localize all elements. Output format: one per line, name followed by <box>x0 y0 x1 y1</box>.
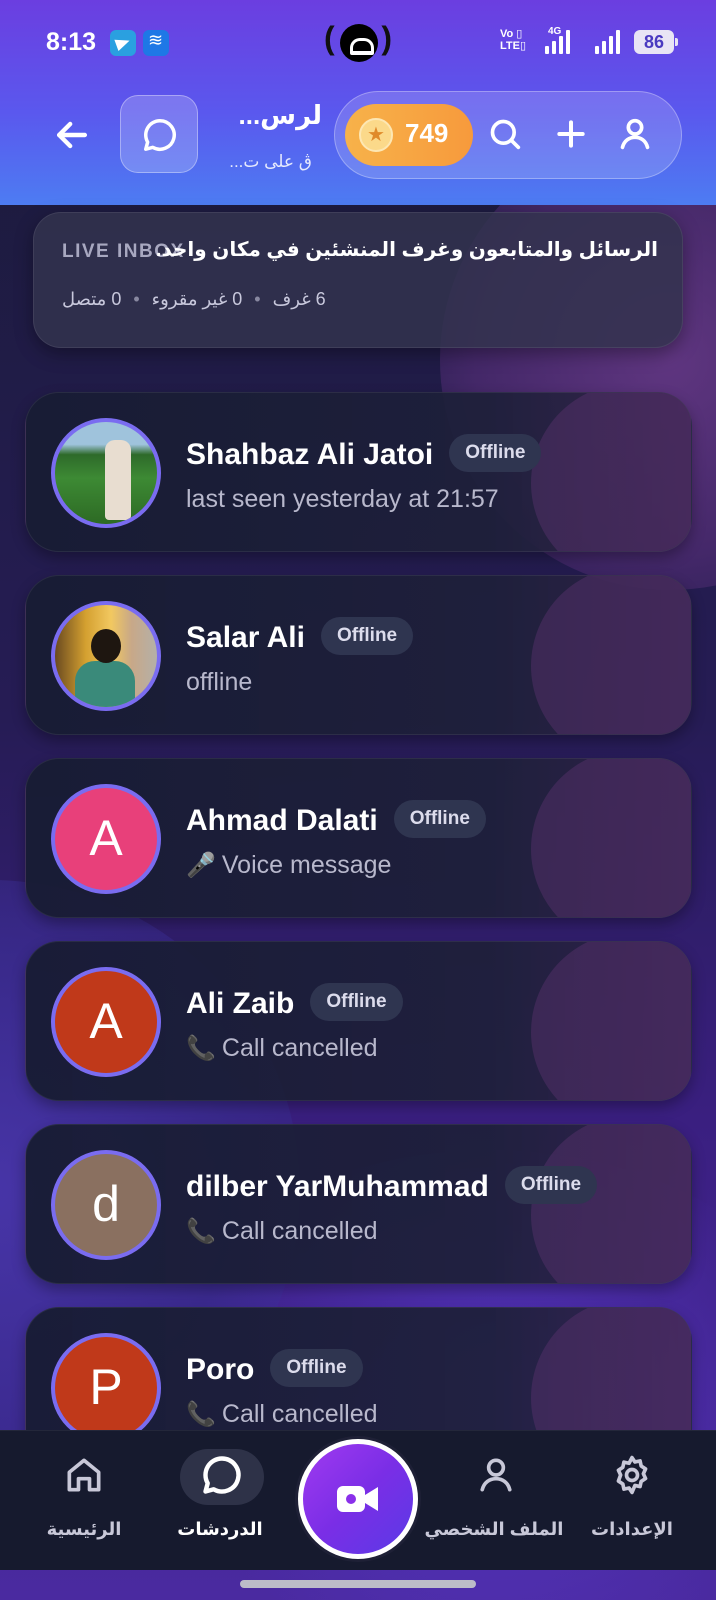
avatar: d <box>51 1150 161 1260</box>
status-badge: Offline <box>310 983 403 1021</box>
chat-list-item[interactable]: d dilber YarMuhammad Offline 📞 Call cancel… <box>25 1124 692 1284</box>
gear-icon <box>616 1455 648 1495</box>
status-badge: Offline <box>270 1349 363 1387</box>
preview-text: Call cancelled <box>221 1034 378 1062</box>
wifi-app-icon <box>143 30 169 56</box>
contact-name: dilber YarMuhammad <box>186 1169 489 1203</box>
nav-item-settings[interactable]: الإعدادات <box>552 1431 712 1571</box>
header-actions: ★ 749 <box>334 91 682 179</box>
unread-count: 0 غير مقروء <box>151 289 243 309</box>
user-icon <box>480 1458 512 1492</box>
contact-name: Poro <box>186 1352 255 1386</box>
video-camera-icon <box>337 1486 378 1512</box>
chat-list-item[interactable]: Shahbaz Ali Jatoi Offline last seen yeste… <box>25 392 692 552</box>
live-inbox-stats: 6 غرف•0 غير مقروء•0 متصل <box>62 289 326 309</box>
nav-item-profile[interactable]: الملف الشخصي <box>414 1431 574 1571</box>
contact-name: Ahmad Dalati <box>186 803 378 837</box>
avatar: P <box>51 1333 161 1443</box>
avatar: A <box>51 784 161 894</box>
back-button[interactable] <box>50 113 94 157</box>
live-inbox-description: الرسائل والمتابعون وغرف المنشئين في مكان… <box>155 239 658 261</box>
battery-icon: 86 <box>634 30 678 54</box>
search-icon <box>490 119 521 150</box>
contact-name: Salar Ali <box>186 620 305 654</box>
chat-room-tile[interactable] <box>120 95 198 173</box>
live-inbox-card: LIVE INBOX الرسائل والمتابعون وغرف المنش… <box>33 212 683 348</box>
status-badge: Offline <box>320 617 414 655</box>
volte-indicator: Vo ▯ LTE▯ <box>500 28 527 52</box>
chat-list-item[interactable]: A Ali Zaib Offline 📞 Call cancelled <box>25 941 692 1101</box>
plus-icon <box>557 120 585 148</box>
chat-list-item[interactable]: A Ahmad Dalati Offline 🎤 Voice message <box>25 758 692 918</box>
coins-button[interactable]: ★ 749 <box>345 104 473 166</box>
home-indicator[interactable] <box>240 1580 476 1588</box>
online-count: 0 متصل <box>62 289 122 309</box>
nav-label-chats: الدردشات <box>177 1519 263 1539</box>
chat-bubble-icon <box>144 119 176 151</box>
add-button[interactable] <box>551 114 591 154</box>
message-preview: last seen yesterday at 21:57 <box>186 485 499 513</box>
app-header: 8:13 () Vo ▯LTE▯ 4G 86 لرس... ڨ على ت...… <box>0 0 716 205</box>
preview-text: Voice message <box>221 851 392 879</box>
status-badge: Offline <box>449 434 542 472</box>
recording-indicator-icon: () <box>324 20 392 62</box>
header-subtitle: ڨ على ت... <box>229 152 312 171</box>
message-preview: 📞 Call cancelled <box>186 1217 378 1246</box>
message-preview: offline <box>186 668 253 696</box>
message-preview: 📞 Call cancelled <box>186 1400 378 1429</box>
preview-text: Call cancelled <box>221 1400 378 1428</box>
signal-icon <box>593 30 621 54</box>
rooms-count: 6 غرف <box>272 289 326 309</box>
phone-icon: 📞 <box>186 1218 216 1245</box>
star-coin-icon: ★ <box>359 118 393 152</box>
avatar <box>51 601 161 711</box>
phone-icon: 📞 <box>186 1035 216 1062</box>
avatar <box>51 418 161 528</box>
preview-text: Call cancelled <box>221 1217 378 1245</box>
status-badge: Offline <box>504 1166 598 1204</box>
microphone-icon: 🎤 <box>186 852 216 879</box>
back-arrow-icon <box>56 121 88 149</box>
nav-item-chats[interactable]: الدردشات <box>140 1431 300 1571</box>
home-icon <box>67 1458 101 1492</box>
chat-bubble-icon <box>203 1456 241 1494</box>
status-badge: Offline <box>393 800 486 838</box>
message-preview: 🎤 Voice message <box>186 851 391 880</box>
status-time: 8:13 <box>46 28 97 56</box>
avatar: A <box>51 967 161 1077</box>
nav-label-profile: الملف الشخصي <box>424 1519 564 1539</box>
video-call-button[interactable] <box>298 1439 418 1559</box>
nav-label-settings: الإعدادات <box>591 1519 673 1539</box>
account-button[interactable] <box>615 114 655 154</box>
chat-list-item[interactable]: Salar Ali Offline offline <box>25 575 692 735</box>
telegram-icon <box>110 30 136 56</box>
coin-count: 749 <box>405 118 449 148</box>
user-icon <box>620 118 650 150</box>
search-button[interactable] <box>485 114 525 154</box>
contact-name: Ali Zaib <box>186 986 295 1020</box>
signal-icon <box>543 30 571 54</box>
status-bar: 8:13 () Vo ▯LTE▯ 4G 86 <box>0 20 716 62</box>
header-title: لرس... <box>238 100 322 130</box>
phone-icon: 📞 <box>186 1401 216 1428</box>
message-preview: 📞 Call cancelled <box>186 1034 378 1063</box>
contact-name: Shahbaz Ali Jatoi <box>186 437 434 471</box>
